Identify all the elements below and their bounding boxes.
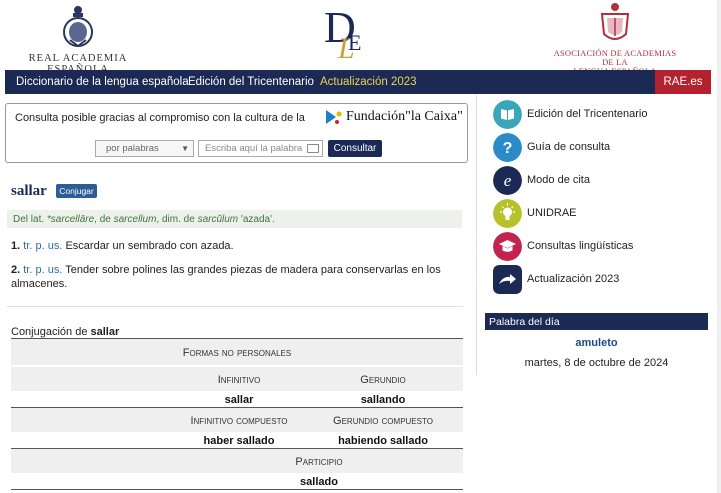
grammar-abbr[interactable]: tr. p. us. [23, 240, 62, 252]
table-rule [11, 489, 463, 490]
search-input[interactable]: Escriba aquí la palabra [198, 140, 323, 157]
word-of-day-header: Palabra del día [485, 313, 708, 330]
word-of-day-link[interactable]: amuleto [485, 337, 708, 349]
table-row: sallado [300, 476, 338, 488]
sponsor-name: Fundación"la Caixa" [346, 109, 463, 124]
nav-diccionario[interactable]: Diccionario de la lengua española [16, 76, 189, 88]
consultar-button[interactable]: Consultar [328, 140, 382, 157]
e-letter-icon: e [493, 166, 522, 195]
svg-text:e: e [504, 171, 512, 190]
la-caixa-star-icon [326, 110, 342, 124]
conjugar-button[interactable]: Conjugar [56, 184, 97, 198]
sponsor-text: Consulta posible gracias al compromiso c… [15, 112, 305, 124]
grammar-abbr[interactable]: tr. p. us. [23, 264, 62, 276]
table-row: haber sallado habiendo sallado [203, 435, 428, 447]
main-navbar: Diccionario de la lengua española Edició… [5, 70, 711, 94]
page-scrollbar[interactable] [717, 0, 721, 493]
nav-rae-es-link[interactable]: RAE.es [655, 70, 711, 94]
book-icon [493, 100, 522, 129]
etymology: Del lat. *sarcellāre, de sarcellum, dim.… [7, 210, 462, 228]
definition-2: 2. tr. p. us. Tender sobre polines las g… [11, 264, 441, 290]
column-divider [476, 95, 477, 375]
asale-crest-icon [600, 3, 630, 40]
forward-arrow-icon [493, 265, 522, 294]
entry-headword: sallar [11, 183, 47, 199]
question-icon: ? [493, 133, 522, 162]
chevron-down-icon: ▼ [181, 144, 189, 153]
table-row: sallar sallando [224, 394, 406, 406]
conjugation-row-header: Infinitivo Gerundio [11, 367, 463, 391]
site-header: REAL ACADEMIA ESPAÑOLA D L E ASOCIACIÓN … [0, 0, 721, 76]
conjugation-section-header: Formas no personales [11, 339, 463, 365]
graduation-cap-icon [493, 232, 522, 261]
definition-1: 1. tr. p. us. Escardar un sembrado con a… [11, 240, 234, 252]
conjugation-row-header: Infinitivo compuesto Gerundio compuesto [11, 408, 463, 432]
rae-crest-icon [63, 6, 93, 48]
keyboard-icon[interactable] [307, 144, 319, 153]
nav-actualizacion-2023[interactable]: Actualización 2023 [320, 76, 417, 88]
divider [7, 306, 463, 307]
asale-logo[interactable]: ASOCIACIÓN DE ACADEMIAS DE LA LENGUA ESP… [548, 2, 682, 76]
conjugation-title: Conjugación de sallar [11, 326, 120, 338]
bulb-icon [493, 199, 522, 228]
fundacion-la-caixa-logo[interactable]: Fundación"la Caixa" [322, 108, 463, 126]
search-panel: Consulta posible gracias al compromiso c… [5, 103, 468, 163]
nav-tricentenario[interactable]: Edición del Tricentenario [188, 76, 314, 88]
rae-logo[interactable]: REAL ACADEMIA ESPAÑOLA [8, 4, 148, 75]
svg-text:?: ? [503, 140, 513, 157]
word-of-day-date: martes, 8 de octubre de 2024 [524, 357, 669, 369]
dle-logo-icon[interactable]: D L E [322, 0, 368, 64]
search-mode-select[interactable]: por palabras ▼ [95, 140, 194, 157]
svg-text:E: E [348, 30, 361, 55]
conjugation-row-header: Participio [11, 449, 463, 473]
